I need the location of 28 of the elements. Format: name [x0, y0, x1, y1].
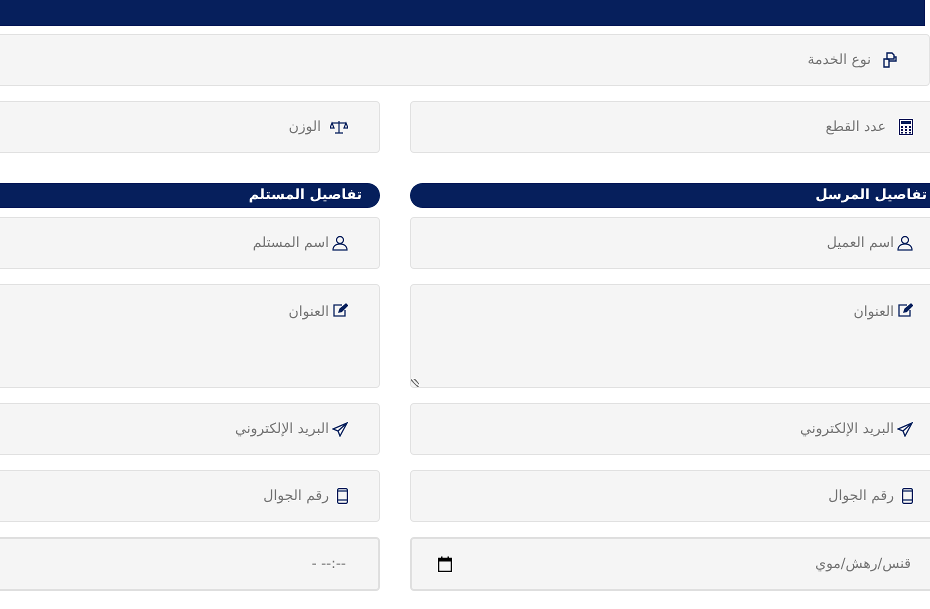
input-field[interactable]: الوزن: [0, 101, 380, 153]
section-header: تفاصيل المستلم: [0, 183, 380, 208]
textarea-field[interactable]: العنوان: [410, 284, 930, 388]
time-field[interactable]: --:-- -: [0, 537, 380, 591]
user-icon: [897, 235, 913, 251]
input-field[interactable]: البريد الإلكتروني: [410, 403, 930, 455]
mobile-phone-icon: [337, 488, 348, 504]
paper-plane-icon: [332, 422, 348, 436]
mobile-phone-icon: [902, 488, 913, 504]
input-field[interactable]: اسم المستلم: [0, 217, 380, 269]
resize-handle-icon[interactable]: [411, 379, 419, 387]
input-field[interactable]: نوع الخدمة: [0, 34, 930, 86]
edit-icon: [898, 303, 913, 317]
input-field[interactable]: عدد القطع: [410, 101, 930, 153]
paper-plane-icon: [897, 422, 913, 436]
input-field[interactable]: البريد الإلكتروني: [0, 403, 380, 455]
user-icon: [332, 235, 348, 251]
edit-icon: [333, 303, 348, 317]
date-field[interactable]: قنس/رهش/موي: [410, 537, 930, 591]
input-field[interactable]: رقم الجوال: [410, 470, 930, 522]
textarea-field[interactable]: العنوان: [0, 284, 380, 388]
section-header: تفاصيل المرسل: [410, 183, 930, 208]
calculator-icon: [899, 119, 913, 135]
scale-icon: [330, 120, 348, 134]
input-field[interactable]: اسم العميل: [410, 217, 930, 269]
calendar-icon: [438, 556, 452, 572]
input-field[interactable]: رقم الجوال: [0, 470, 380, 522]
copy-icon: [882, 52, 898, 68]
